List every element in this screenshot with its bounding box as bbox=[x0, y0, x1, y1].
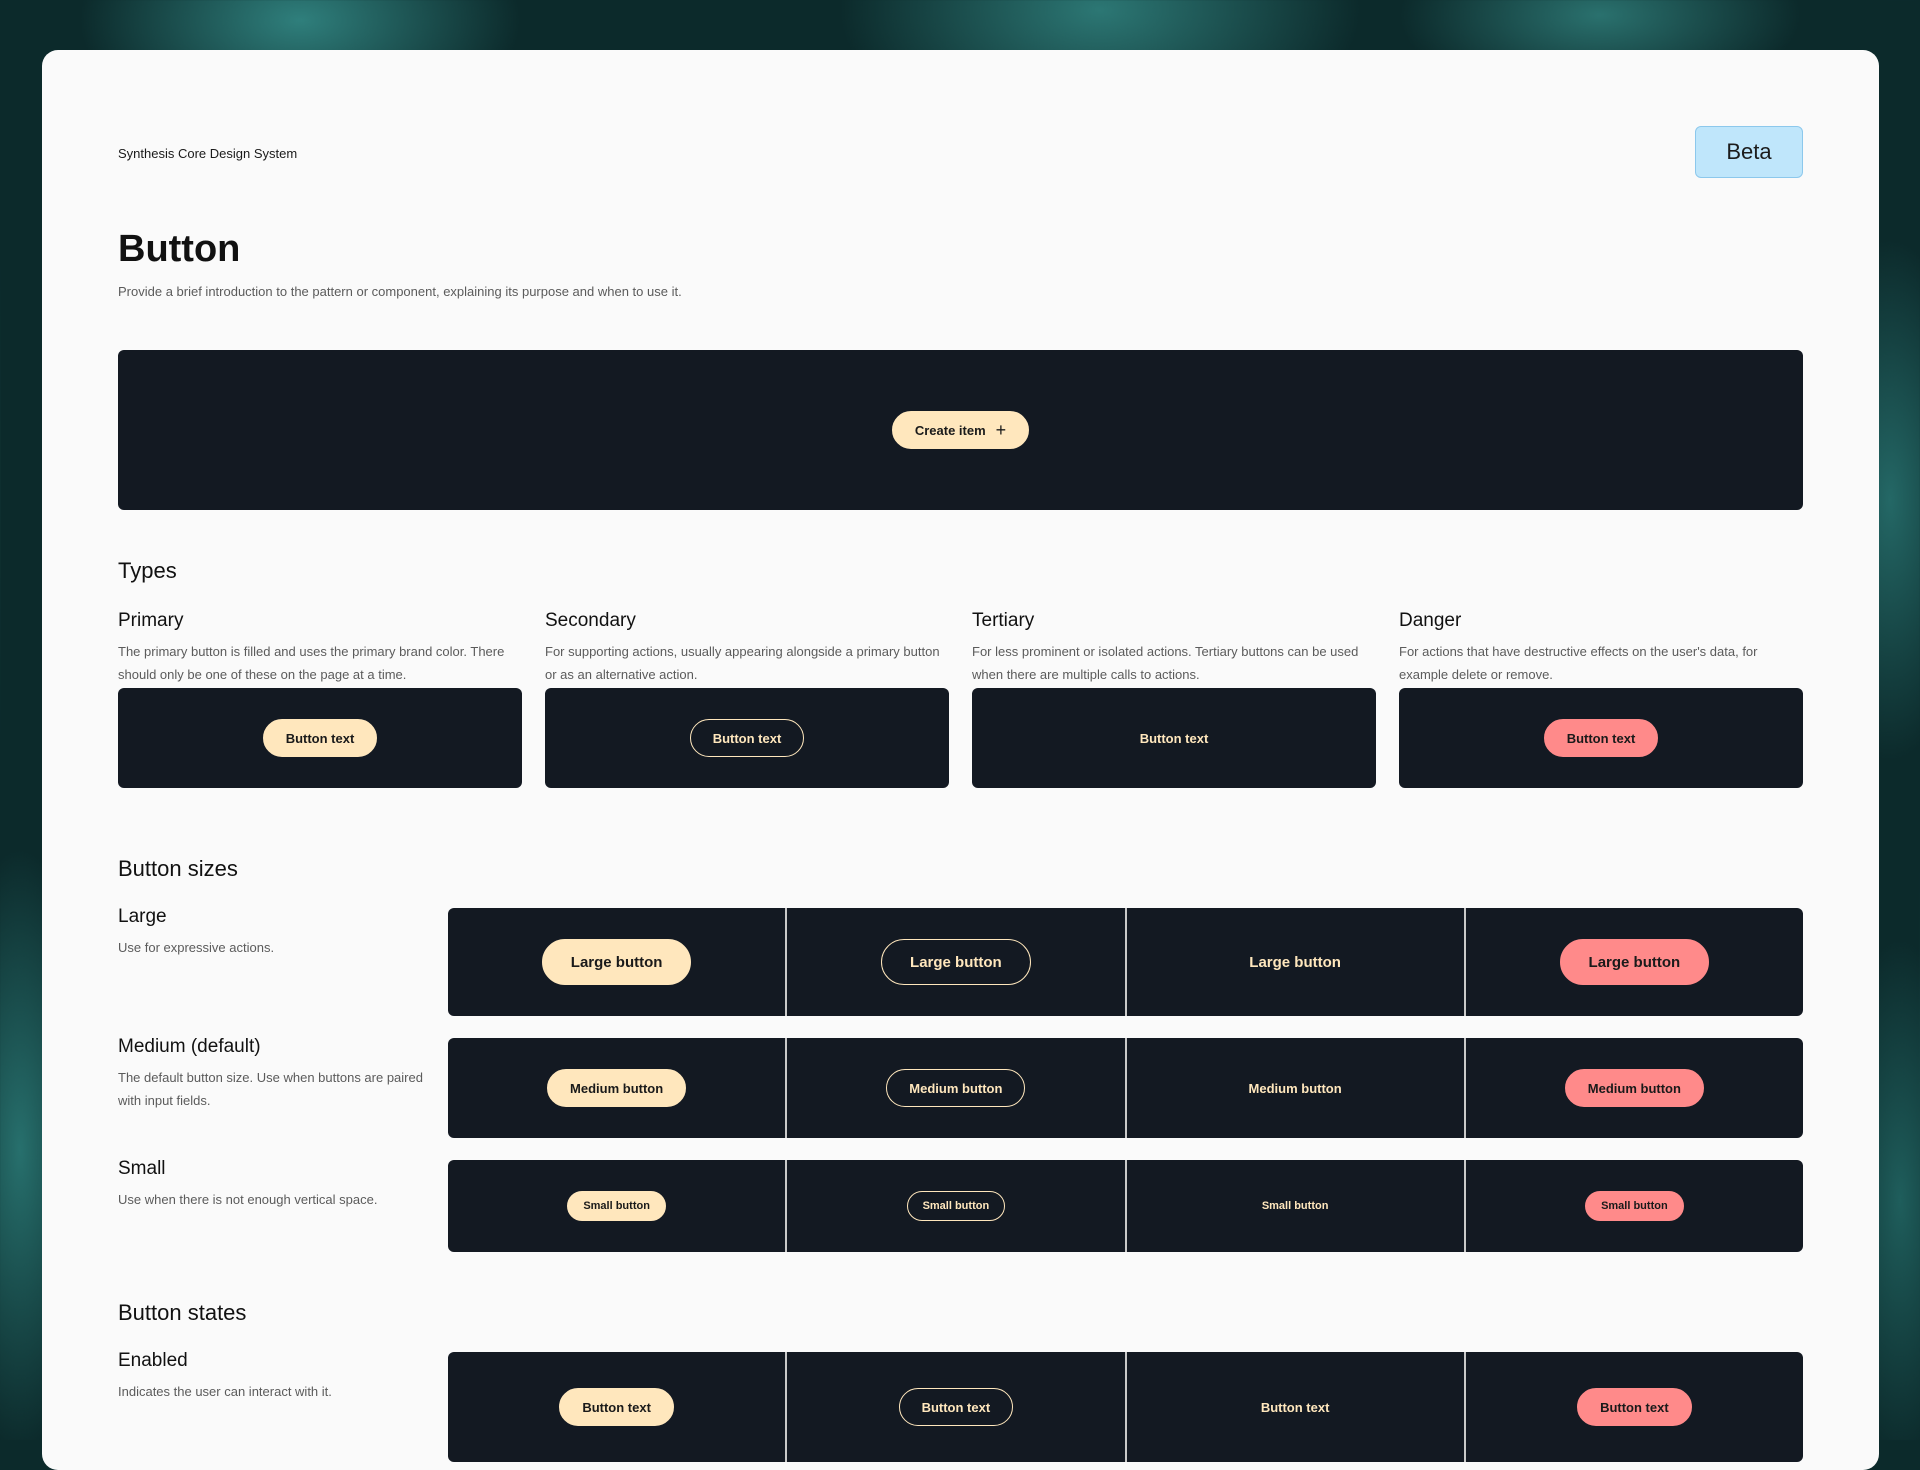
large-primary-button[interactable]: Large button bbox=[541, 939, 692, 985]
type-tertiary-description: For less prominent or isolated actions. … bbox=[972, 644, 1359, 682]
size-small-description: Use when there is not enough vertical sp… bbox=[118, 1192, 378, 1207]
size-medium-cell-danger: Medium button bbox=[1466, 1038, 1803, 1138]
types-heading: Types bbox=[118, 558, 177, 583]
enabled-tertiary-button[interactable]: Button text bbox=[1238, 1388, 1353, 1426]
small-primary-button[interactable]: Small button bbox=[567, 1191, 666, 1221]
enabled-danger-button[interactable]: Button text bbox=[1577, 1388, 1692, 1426]
small-secondary-button[interactable]: Small button bbox=[906, 1191, 1006, 1221]
size-medium-title: Medium (default) bbox=[118, 1036, 261, 1057]
type-danger-description: For actions that have destructive effect… bbox=[1399, 644, 1758, 682]
page-title: Button bbox=[118, 228, 241, 270]
secondary-button[interactable]: Button text bbox=[689, 719, 805, 757]
beta-badge: Beta bbox=[1695, 126, 1803, 178]
size-large-cell-danger: Large button bbox=[1466, 908, 1803, 1016]
sizes-heading: Button sizes bbox=[118, 856, 238, 881]
page-card: Synthesis Core Design System Beta Button… bbox=[42, 50, 1879, 1470]
type-primary: Primary The primary button is filled and… bbox=[118, 610, 522, 788]
design-system-name: Synthesis Core Design System bbox=[118, 146, 298, 161]
state-enabled-description: Indicates the user can interact with it. bbox=[118, 1384, 332, 1399]
size-large-info: Large Use for expressive actions. bbox=[118, 906, 428, 959]
state-enabled-cell-tertiary: Button text bbox=[1127, 1352, 1466, 1462]
large-danger-button[interactable]: Large button bbox=[1559, 939, 1710, 985]
type-secondary: Secondary For supporting actions, usuall… bbox=[545, 610, 949, 788]
hero-preview: Create item + bbox=[118, 350, 1803, 510]
enabled-secondary-button[interactable]: Button text bbox=[898, 1388, 1014, 1426]
size-small-title: Small bbox=[118, 1158, 166, 1179]
size-large-cell-primary: Large button bbox=[448, 908, 788, 1016]
size-large-cell-secondary: Large button bbox=[787, 908, 1127, 1016]
type-tertiary-preview: Button text bbox=[972, 688, 1376, 788]
size-small-cell-primary: Small button bbox=[448, 1160, 788, 1252]
type-primary-title: Primary bbox=[118, 610, 184, 631]
medium-secondary-button[interactable]: Medium button bbox=[886, 1069, 1026, 1107]
plus-icon: + bbox=[995, 420, 1007, 440]
size-large-title: Large bbox=[118, 906, 167, 927]
type-tertiary-title: Tertiary bbox=[972, 610, 1035, 631]
medium-danger-button[interactable]: Medium button bbox=[1564, 1069, 1704, 1107]
danger-button[interactable]: Button text bbox=[1543, 719, 1659, 757]
size-small-info: Small Use when there is not enough verti… bbox=[118, 1158, 428, 1211]
type-secondary-title: Secondary bbox=[545, 610, 636, 631]
size-medium-info: Medium (default) The default button size… bbox=[118, 1036, 428, 1112]
type-primary-description: The primary button is filled and uses th… bbox=[118, 644, 505, 682]
page-intro: Provide a brief introduction to the patt… bbox=[118, 284, 682, 299]
state-enabled-info: Enabled Indicates the user can interact … bbox=[118, 1350, 428, 1403]
states-heading: Button states bbox=[118, 1300, 247, 1325]
type-danger-preview: Button text bbox=[1399, 688, 1803, 788]
create-item-label: Create item bbox=[914, 422, 986, 438]
large-tertiary-button[interactable]: Large button bbox=[1220, 939, 1370, 985]
enabled-primary-button[interactable]: Button text bbox=[559, 1388, 674, 1426]
size-small-preview: Small button Small button Small button S… bbox=[448, 1160, 1803, 1252]
small-tertiary-button[interactable]: Small button bbox=[1246, 1191, 1345, 1221]
medium-tertiary-button[interactable]: Medium button bbox=[1226, 1069, 1365, 1107]
type-danger-title: Danger bbox=[1399, 610, 1462, 631]
tertiary-button[interactable]: Button text bbox=[1117, 719, 1232, 757]
size-medium-preview: Medium button Medium button Medium butto… bbox=[448, 1038, 1803, 1138]
state-enabled-preview: Button text Button text Button text Butt… bbox=[448, 1352, 1803, 1462]
type-primary-preview: Button text bbox=[118, 688, 522, 788]
size-small-cell-tertiary: Small button bbox=[1127, 1160, 1466, 1252]
size-large-preview: Large button Large button Large button L… bbox=[448, 908, 1803, 1016]
state-enabled-cell-secondary: Button text bbox=[787, 1352, 1127, 1462]
state-enabled-cell-primary: Button text bbox=[448, 1352, 788, 1462]
large-secondary-button[interactable]: Large button bbox=[881, 939, 1031, 985]
size-medium-description: The default button size. Use when button… bbox=[118, 1070, 423, 1108]
size-large-cell-tertiary: Large button bbox=[1127, 908, 1466, 1016]
size-small-cell-danger: Small button bbox=[1466, 1160, 1803, 1252]
state-enabled-cell-danger: Button text bbox=[1466, 1352, 1803, 1462]
create-item-button[interactable]: Create item + bbox=[891, 411, 1030, 449]
size-medium-cell-tertiary: Medium button bbox=[1127, 1038, 1466, 1138]
type-tertiary: Tertiary For less prominent or isolated … bbox=[972, 610, 1376, 788]
type-secondary-preview: Button text bbox=[545, 688, 949, 788]
state-enabled-title: Enabled bbox=[118, 1350, 188, 1371]
type-secondary-description: For supporting actions, usually appearin… bbox=[545, 644, 940, 682]
medium-primary-button[interactable]: Medium button bbox=[547, 1069, 687, 1107]
size-medium-cell-secondary: Medium button bbox=[787, 1038, 1127, 1138]
small-danger-button[interactable]: Small button bbox=[1585, 1191, 1684, 1221]
type-danger: Danger For actions that have destructive… bbox=[1399, 610, 1803, 788]
size-medium-cell-primary: Medium button bbox=[448, 1038, 788, 1138]
primary-button[interactable]: Button text bbox=[262, 719, 378, 757]
size-large-description: Use for expressive actions. bbox=[118, 940, 275, 955]
size-small-cell-secondary: Small button bbox=[787, 1160, 1127, 1252]
